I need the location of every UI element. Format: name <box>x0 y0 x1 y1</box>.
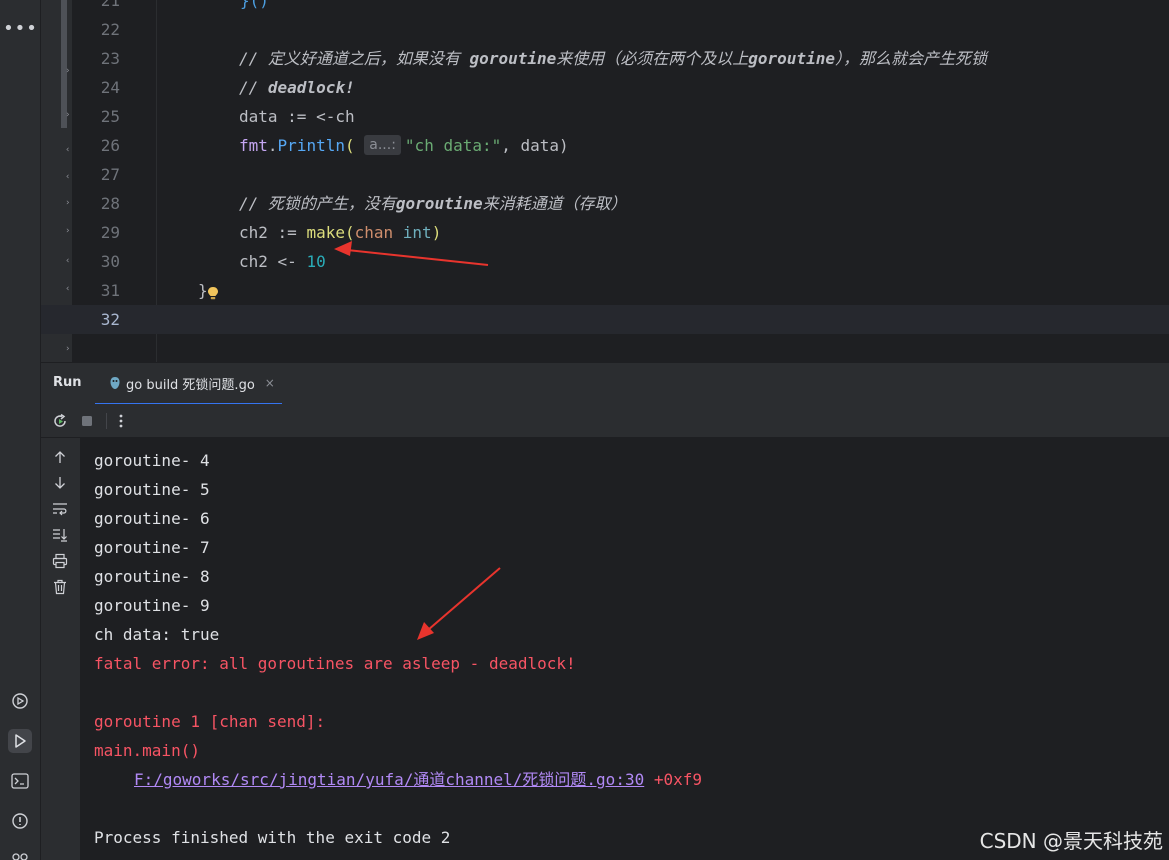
annotation-arrow-editor <box>334 241 489 266</box>
annotation-arrows <box>334 241 501 640</box>
annotation-arrow-console <box>417 567 501 640</box>
watermark: CSDN @景天科技苑 <box>979 829 1163 853</box>
